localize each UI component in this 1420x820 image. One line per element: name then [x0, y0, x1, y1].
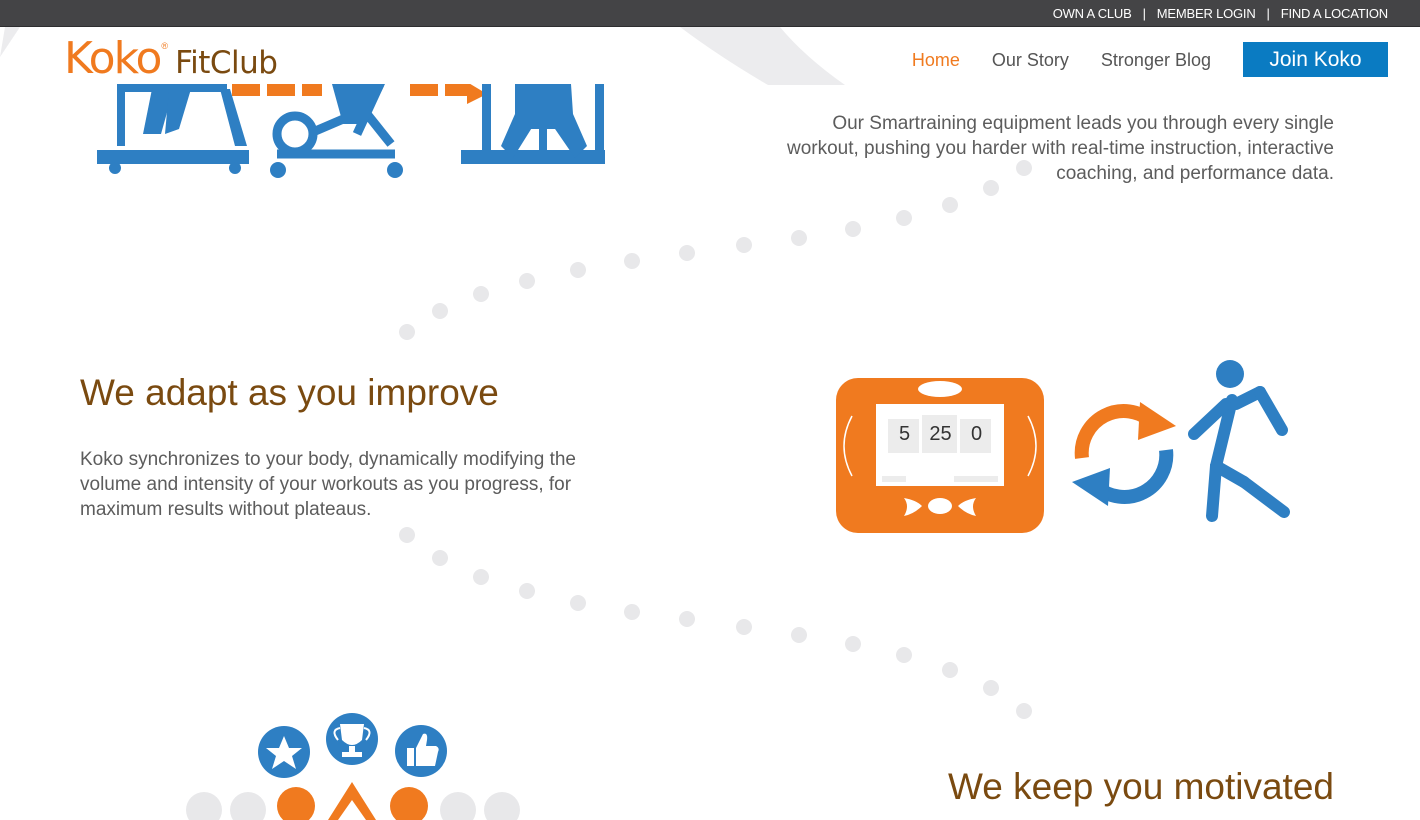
console-value: 0	[970, 423, 983, 445]
thumbs-up-badge-icon	[395, 725, 447, 777]
motivated-heading: We keep you motivated	[948, 766, 1334, 807]
walking-person-icon	[1188, 360, 1290, 522]
console-value: 5	[898, 423, 911, 445]
sync-arrows-icon	[1072, 402, 1176, 506]
trophy-badge-icon	[326, 713, 378, 765]
console-value: 25	[929, 423, 952, 445]
star-badge-icon	[258, 726, 310, 778]
adapt-description: Koko synchronizes to your body, dynamica…	[80, 449, 577, 520]
people-group-icon	[277, 782, 428, 820]
koko-console-icon	[836, 378, 1044, 533]
motivation-icons	[186, 713, 520, 820]
console-readout: 5 25 0	[888, 423, 993, 446]
adapt-heading: We adapt as you improve	[80, 372, 499, 413]
